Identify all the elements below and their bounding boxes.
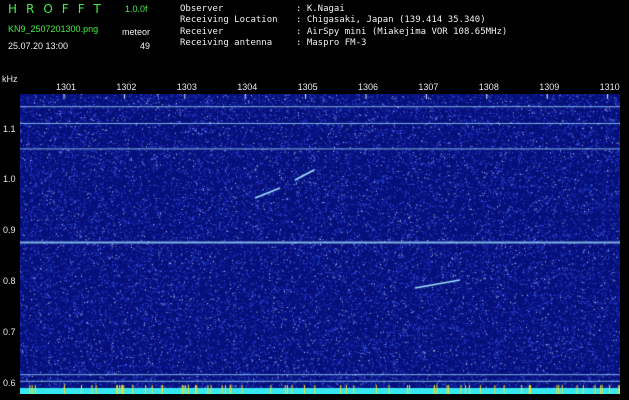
y-tick-label: 0.8 bbox=[3, 276, 16, 287]
observer-label: Observer bbox=[180, 4, 224, 14]
version-label: 1.0.0f bbox=[125, 4, 148, 14]
brand-title: HROFFT bbox=[8, 2, 110, 16]
meteor-label: meteor bbox=[122, 27, 151, 37]
y-tick-label: 0.6 bbox=[3, 377, 16, 388]
location-label: Receiving Location bbox=[180, 15, 278, 25]
spectrogram-plot bbox=[20, 94, 620, 394]
location-value: : Chigasaki, Japan (139.414 35.340) bbox=[296, 15, 486, 25]
y-tick-label: 0.7 bbox=[3, 326, 16, 337]
antenna-value: : Maspro FM-3 bbox=[296, 38, 367, 48]
y-axis-unit: kHz bbox=[2, 74, 18, 84]
x-tick-label: 1306 bbox=[358, 82, 379, 92]
x-tick-label: 1310 bbox=[599, 82, 620, 92]
filename-label: KN9_2507201300.png bbox=[8, 24, 99, 34]
x-tick-label: 1303 bbox=[176, 82, 197, 92]
observer-value: : K.Nagai bbox=[296, 4, 345, 14]
x-tick-label: 1302 bbox=[116, 82, 137, 92]
x-tick-label: 1305 bbox=[297, 82, 318, 92]
datetime-label: 25.07.20 13:00 bbox=[8, 41, 69, 51]
x-tick-label: 1307 bbox=[418, 82, 439, 92]
receiver-label: Receiver bbox=[180, 27, 224, 37]
meteor-count: 49 bbox=[140, 41, 151, 51]
antenna-label: Receiving antenna bbox=[180, 38, 273, 48]
x-tick-label: 1301 bbox=[56, 82, 77, 92]
x-tick-label: 1304 bbox=[237, 82, 258, 92]
y-tick-label: 0.9 bbox=[3, 225, 16, 236]
x-tick-label: 1308 bbox=[478, 82, 499, 92]
y-tick-label: 1.0 bbox=[3, 174, 16, 185]
x-tick-label: 1309 bbox=[539, 82, 560, 92]
y-tick-label: 1.1 bbox=[3, 123, 16, 134]
receiver-value: : AirSpy mini (Miakejima VOR 108.65MHz) bbox=[296, 27, 508, 37]
